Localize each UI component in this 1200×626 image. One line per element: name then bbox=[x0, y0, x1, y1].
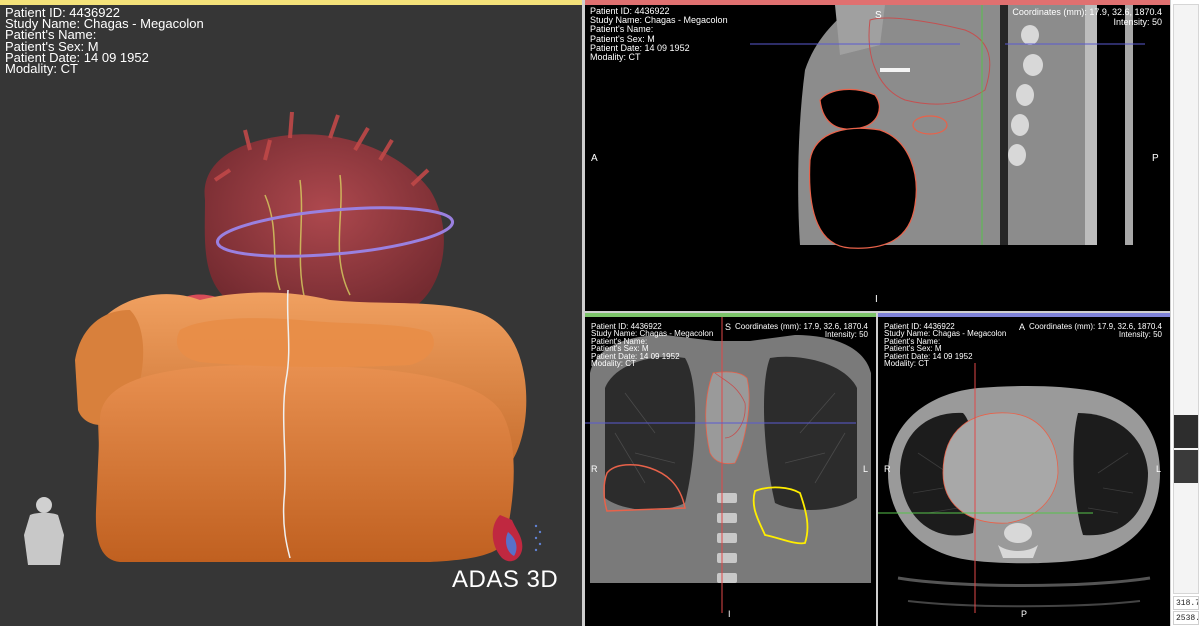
axial-patient-info: Patient ID: 4436922 Study Name: Chagas -… bbox=[884, 322, 1006, 369]
patient-info-overlay: Patient ID: 4436922 Study Name: Chagas -… bbox=[5, 6, 204, 75]
orientation-right: L bbox=[1156, 464, 1162, 474]
axial-coordinates: Coordinates (mm): 17.9, 32.6, 1870.4 Int… bbox=[1029, 323, 1162, 339]
orientation-bottom: I bbox=[875, 294, 878, 305]
orientation-left: R bbox=[884, 464, 891, 474]
body-orientation-figure bbox=[24, 497, 64, 565]
orientation-bottom: I bbox=[728, 609, 731, 619]
modality: Modality: CT bbox=[884, 359, 929, 369]
slice-scroll-thumb-lower[interactable] bbox=[1174, 450, 1198, 483]
slice-scroll-thumb[interactable] bbox=[1174, 415, 1198, 448]
slice-scrollbar[interactable] bbox=[1173, 4, 1199, 594]
colon-lumen-lower bbox=[808, 127, 917, 249]
orientation-top: A bbox=[1019, 322, 1026, 332]
sagittal-patient-info: Patient ID: 4436922 Study Name: Chagas -… bbox=[590, 6, 728, 63]
window-width-readout: 2538.1 bbox=[1173, 611, 1199, 625]
modality: Modality: CT bbox=[590, 52, 641, 63]
coordinates-readout: Coordinates (mm): 17.9, 32.6, 1870.4 bbox=[1012, 7, 1162, 17]
heart-contour bbox=[942, 412, 1059, 524]
heart-3d-model[interactable] bbox=[0, 0, 582, 626]
orientation-bottom: P bbox=[1021, 609, 1028, 619]
intensity-readout: Intensity: 50 bbox=[1118, 330, 1162, 339]
sagittal-view-panel[interactable]: Patient ID: 4436922 Study Name: Chagas -… bbox=[585, 0, 1170, 311]
orientation-left: R bbox=[591, 464, 598, 474]
view-3d-panel[interactable]: Patient ID: 4436922 Study Name: Chagas -… bbox=[0, 0, 582, 626]
modality: Modality: CT bbox=[591, 359, 636, 369]
adas-3d-brand: ADAS 3D bbox=[452, 566, 559, 593]
right-control-strip: 318.7 2538.1 bbox=[1170, 0, 1200, 626]
adas-logo-mark bbox=[492, 515, 542, 562]
coronal-view-panel[interactable]: Patient ID: 4436922 Study Name: Chagas -… bbox=[585, 313, 876, 626]
ventricle-body bbox=[95, 365, 514, 562]
window-level-readout: 318.7 bbox=[1173, 596, 1199, 610]
intensity-readout: Intensity: 50 bbox=[824, 330, 868, 339]
orientation-top: S bbox=[875, 10, 882, 21]
coronal-coordinates: Coordinates (mm): 17.9, 32.6, 1870.4 Int… bbox=[735, 323, 868, 339]
coronal-patient-info: Patient ID: 4436922 Study Name: Chagas -… bbox=[591, 322, 713, 369]
axial-view-panel[interactable]: Patient ID: 4436922 Study Name: Chagas -… bbox=[878, 313, 1170, 626]
orientation-top: S bbox=[725, 322, 732, 332]
orientation-left: A bbox=[591, 153, 598, 164]
orientation-right: L bbox=[863, 464, 869, 474]
intensity-readout: Intensity: 50 bbox=[1113, 17, 1162, 27]
sagittal-coordinates: Coordinates (mm): 17.9, 32.6, 1870.4 Int… bbox=[1012, 7, 1162, 27]
orientation-right: P bbox=[1152, 153, 1159, 164]
